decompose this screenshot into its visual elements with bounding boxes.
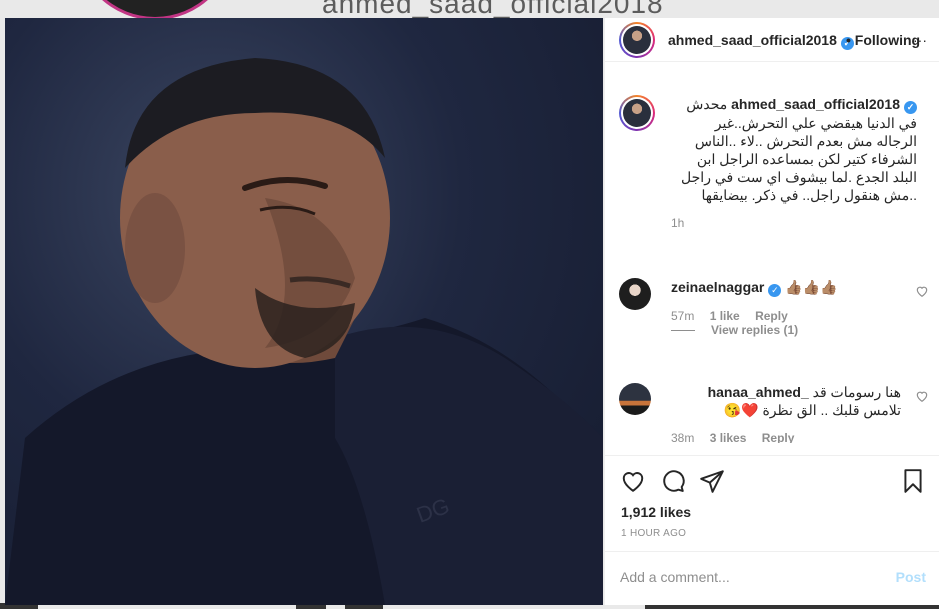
comment-text: 👍🏽👍🏽👍🏽 (785, 279, 838, 295)
post-comment-button[interactable]: Post (896, 569, 926, 585)
comments-scroll-area[interactable]: ✓ahmed_saad_official2018 محدش في الدنيا … (605, 63, 939, 443)
comment-time: 57m (671, 309, 695, 323)
comment-reply-button[interactable]: Reply (755, 309, 788, 323)
comment-likes[interactable]: 1 like (710, 309, 740, 323)
comment-like-heart-icon[interactable] (915, 389, 929, 403)
commenter-avatar[interactable] (619, 278, 651, 310)
replies-divider (671, 330, 695, 332)
post-photo[interactable]: DG (5, 18, 603, 605)
view-replies-button[interactable]: View replies (1) (671, 323, 798, 337)
verified-badge-icon: ✓ (904, 101, 917, 114)
caption-time: 1h (671, 216, 685, 230)
heart-icon[interactable] (620, 468, 646, 494)
commenter-username[interactable]: zeinaelnaggar (671, 279, 764, 295)
commenter-username[interactable]: _hanaa_ahmed (708, 384, 809, 400)
comment-like-heart-icon[interactable] (915, 284, 929, 298)
caption-author-avatar[interactable] (619, 95, 655, 131)
post-details-panel: ahmed_saad_official2018 ✓ • Following ···… (604, 18, 939, 605)
verified-badge-icon: ✓ (768, 284, 782, 297)
comment-icon[interactable] (660, 468, 686, 494)
comment-input[interactable] (620, 567, 870, 587)
more-dots-icon[interactable]: ··· (913, 32, 927, 48)
commenter-avatar[interactable] (619, 383, 651, 415)
caption-username[interactable]: ✓ahmed_saad_official2018 (731, 96, 917, 114)
comment-text: هنا رسومات قد (812, 384, 901, 400)
portrait-illustration: DG (5, 58, 603, 605)
comment-item: zeinaelnaggar ✓ 👍🏽👍🏽👍🏽 57m 1 like Reply (619, 278, 929, 323)
comment-reply-button[interactable]: Reply (762, 431, 795, 443)
post-caption: ✓ahmed_saad_official2018 محدش في الدنيا … (619, 95, 929, 230)
background-username: ahmed_saad_official2018 (322, 0, 664, 19)
share-icon[interactable] (699, 468, 725, 494)
caption-text: محدش في الدنيا هيقضي علي التحرش..غير الر… (681, 96, 917, 203)
add-comment-bar: Post (605, 551, 939, 606)
comment-time: 38m (671, 431, 695, 443)
comment-item: هنا رسومات قد _hanaa_ahmed تلامس قلبك ..… (619, 383, 929, 443)
post-header: ahmed_saad_official2018 ✓ • Following ··· (605, 18, 939, 62)
post-actions: 1,912 likes 1 HOUR AGO Post (605, 455, 939, 605)
post-timestamp[interactable]: 1 HOUR AGO (621, 528, 686, 539)
author-username[interactable]: ahmed_saad_official2018 ✓ (668, 32, 854, 50)
likes-count[interactable]: 1,912 likes (621, 504, 691, 520)
following-button[interactable]: • Following (846, 32, 920, 48)
author-avatar[interactable] (619, 22, 655, 58)
bookmark-icon[interactable] (900, 468, 926, 494)
comment-text-line2: تلامس قلبك .. الق نظرة ❤️😘 (723, 402, 901, 418)
comment-likes[interactable]: 3 likes (710, 431, 747, 443)
